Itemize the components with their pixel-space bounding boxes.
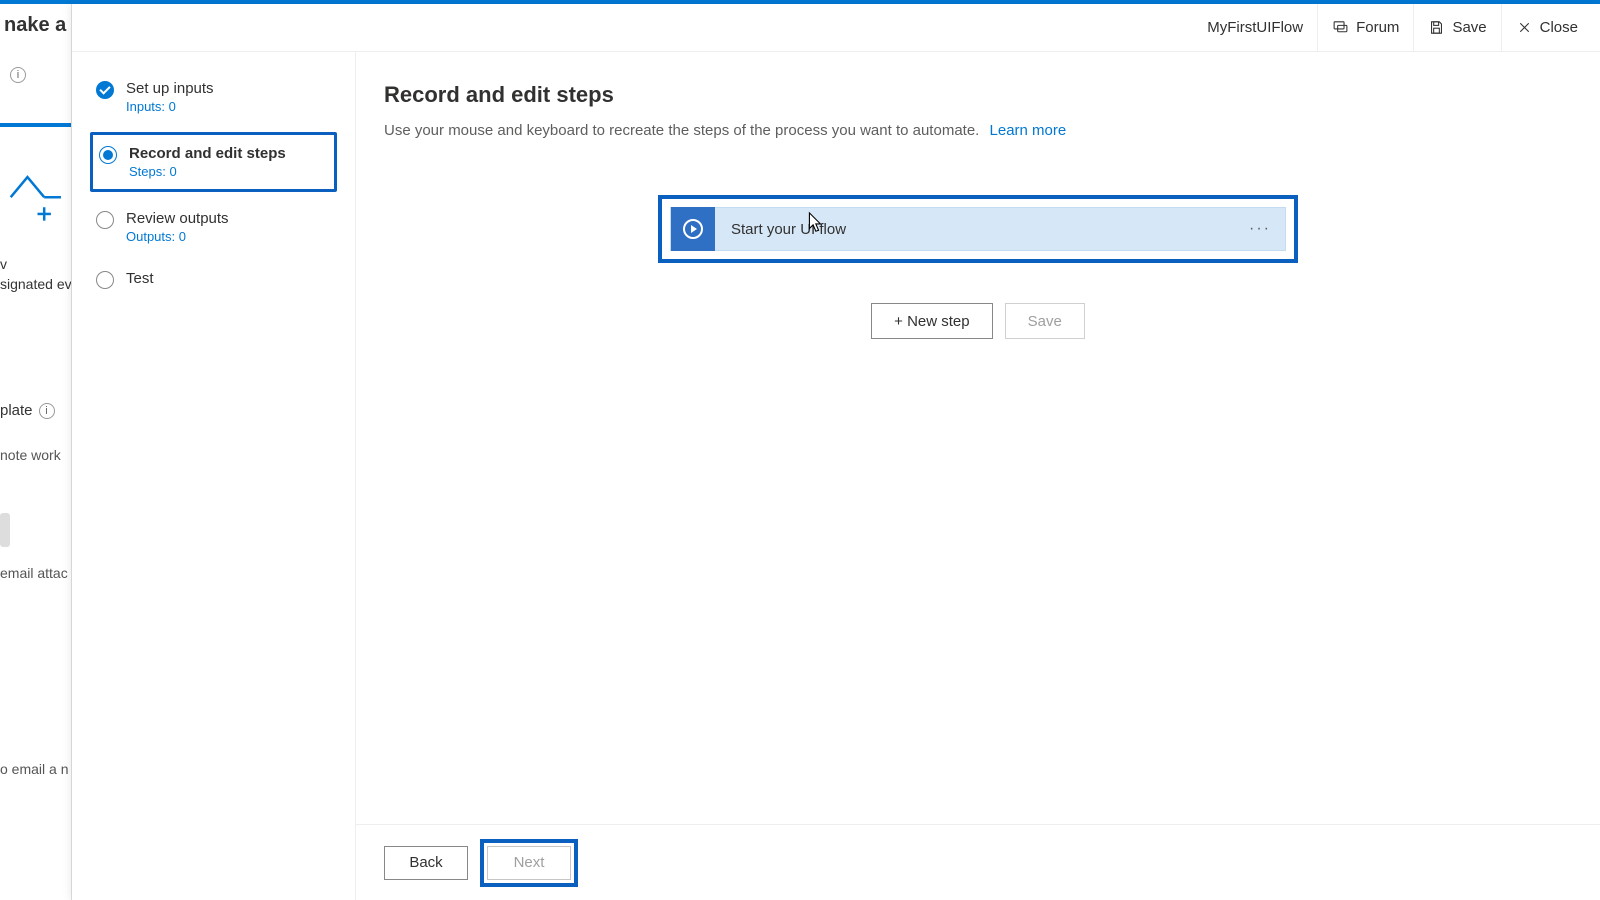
step-subtitle: Steps: 0	[129, 164, 286, 179]
step-title: Test	[126, 270, 154, 287]
card-more-menu[interactable]: ···	[1235, 220, 1285, 238]
highlight-frame: Next	[480, 839, 578, 887]
page-description: Use your mouse and keyboard to recreate …	[384, 122, 1572, 139]
background-page: nake a fl i v signated even plate i note…	[0, 4, 72, 900]
back-button[interactable]: Back	[384, 846, 468, 880]
bg-text-fragment: v	[0, 256, 71, 272]
bg-text-fragment: email attac	[0, 565, 71, 581]
page-heading: Record and edit steps	[384, 82, 1572, 108]
main-content: Record and edit steps Use your mouse and…	[356, 52, 1600, 900]
save-button[interactable]: Save	[1413, 4, 1500, 52]
step-status-pending-icon	[96, 271, 114, 289]
learn-more-link[interactable]: Learn more	[990, 122, 1067, 139]
step-title: Record and edit steps	[129, 145, 286, 162]
close-button[interactable]: Close	[1501, 4, 1592, 52]
wizard-step-review-outputs[interactable]: Review outputs Outputs: 0	[90, 202, 337, 252]
flow-name-label: MyFirstUIFlow	[1193, 19, 1317, 36]
step-title: Set up inputs	[126, 80, 214, 97]
step-subtitle: Outputs: 0	[126, 229, 229, 244]
wizard-step-record-and-edit[interactable]: Record and edit steps Steps: 0	[90, 132, 337, 192]
bg-text-fragment: note work	[0, 447, 71, 463]
bg-title-fragment: nake a fl	[0, 4, 71, 37]
panel-body: Set up inputs Inputs: 0 Record and edit …	[72, 52, 1600, 900]
chat-icon	[1332, 19, 1349, 36]
step-status-done-icon	[96, 81, 114, 99]
record-icon	[671, 207, 715, 251]
forum-button[interactable]: Forum	[1317, 4, 1413, 52]
info-icon: i	[10, 67, 26, 83]
step-status-pending-icon	[96, 211, 114, 229]
start-ui-flow-card[interactable]: Start your UI flow ···	[670, 207, 1286, 251]
inline-save-button[interactable]: Save	[1005, 303, 1085, 339]
bg-tile-fragment	[0, 513, 10, 547]
wizard-step-set-up-inputs[interactable]: Set up inputs Inputs: 0	[90, 72, 337, 122]
panel-header: MyFirstUIFlow Forum Save Close	[72, 4, 1600, 52]
info-icon: i	[39, 403, 55, 419]
highlight-frame: Start your UI flow ···	[658, 195, 1298, 263]
trigger-diagram-icon	[4, 157, 71, 230]
ui-flow-panel: MyFirstUIFlow Forum Save Close Set up in…	[72, 4, 1600, 900]
new-step-button[interactable]: + New step	[871, 303, 992, 339]
bg-text-fragment: o email a n	[0, 761, 71, 777]
save-icon	[1428, 19, 1445, 36]
bg-progress-bar	[0, 123, 72, 127]
step-subtitle: Inputs: 0	[126, 99, 214, 114]
next-button[interactable]: Next	[487, 846, 571, 880]
bg-template-fragment: plate i	[0, 402, 71, 419]
card-title: Start your UI flow	[715, 221, 1235, 238]
wizard-step-test[interactable]: Test	[90, 262, 337, 297]
wizard-footer: Back Next	[356, 824, 1600, 900]
step-status-active-icon	[99, 146, 117, 164]
bg-text-fragment: signated even	[0, 276, 71, 292]
step-title: Review outputs	[126, 210, 229, 227]
close-icon	[1516, 19, 1533, 36]
wizard-steps-nav: Set up inputs Inputs: 0 Record and edit …	[72, 52, 356, 900]
